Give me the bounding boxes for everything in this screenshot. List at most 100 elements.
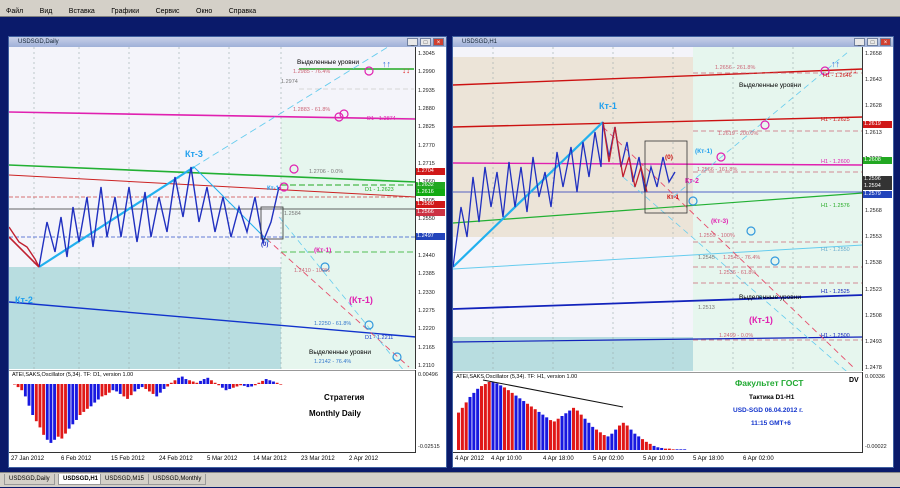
- close-button[interactable]: ×: [433, 38, 444, 46]
- osc-bar: [144, 384, 148, 389]
- osc-bar: [34, 384, 38, 422]
- osc-bar: [518, 398, 522, 450]
- level-label: 1.2656 - 261.8%: [715, 65, 755, 71]
- date-tick: 5 Apr 18:00: [693, 456, 724, 462]
- menu-tools[interactable]: Сервис: [150, 4, 186, 20]
- menu-view[interactable]: Вид: [34, 4, 59, 20]
- level-label: H1 - 1.2550: [821, 247, 850, 253]
- level-label: 1.2559 - 100%: [699, 233, 735, 239]
- osc-bar: [224, 384, 228, 391]
- down-arrows: ↓↓: [402, 66, 410, 75]
- label-highlighted-top: Выделенные уровни: [297, 59, 359, 66]
- window-title: USDSGD,Daily: [18, 39, 59, 45]
- osc-bar: [583, 418, 587, 450]
- osc-axis-daily: 0.00496 -0.02515: [415, 370, 446, 452]
- window-titlebar-daily[interactable]: USDSGD,Daily _ □ ×: [9, 37, 446, 47]
- osc-bar: [104, 384, 108, 396]
- price-tick: 1.2478: [865, 365, 882, 371]
- price-tick: 1.2658: [865, 51, 882, 57]
- level-label: H1 - 1.2646: [823, 73, 852, 79]
- osc-bar: [679, 449, 683, 450]
- osc-bar: [195, 382, 199, 384]
- tab-usdsgd-monthly[interactable]: USDSGD,Monthly: [148, 474, 207, 485]
- window-titlebar-h1[interactable]: USDSGD,H1 _ □ ×: [453, 37, 893, 47]
- osc-bar: [78, 384, 82, 415]
- price-tag: 1.2608: [863, 157, 892, 164]
- osc-bar: [460, 407, 464, 450]
- osc-bar: [199, 380, 202, 384]
- osc-bar: [268, 380, 272, 384]
- level-label: H1 - 1.2525: [821, 289, 850, 295]
- maximize-button[interactable]: □: [867, 38, 878, 46]
- menu-window[interactable]: Окно: [190, 4, 218, 20]
- price-tag: 1.2566: [416, 209, 445, 216]
- price-tag: 1.2497: [416, 233, 445, 240]
- osc-bar: [683, 449, 687, 450]
- menu-charts[interactable]: Графики: [105, 4, 145, 20]
- level-label: H1 - 1.2500: [821, 333, 850, 339]
- price-tag: 1.2594: [863, 183, 892, 190]
- osc-bar: [272, 381, 275, 384]
- oscillator-h1[interactable]: Факультет ГОСТ Тактика D1-H1 USD-SGD 06.…: [453, 372, 863, 452]
- price-chart-daily[interactable]: ↑↑ ↓↓ 1.2985 - 76.4% 1.2974 1.2883 - 61.…: [9, 47, 416, 369]
- dv-label: DV: [849, 377, 859, 384]
- date-tick: 4 Apr 10:00: [491, 456, 522, 462]
- osc-bar: [541, 414, 545, 450]
- up-arrows: ↑↑: [831, 59, 840, 69]
- tab-usdsgd-h1[interactable]: USDSGD,H1: [58, 474, 104, 485]
- menu-help[interactable]: Справка: [223, 4, 262, 20]
- tab-usdsgd-m15[interactable]: USDSGD,M15: [100, 474, 150, 485]
- chart-window-h1[interactable]: USDSGD,H1 _ □ × ↑↑ ↓↓ 1.2656 - 261.8% H1…: [452, 36, 894, 468]
- close-button[interactable]: ×: [880, 38, 891, 46]
- label-kt3: Кт-3: [185, 149, 203, 159]
- price-chart-h1[interactable]: ↑↑ ↓↓ 1.2656 - 261.8% H1 - 1.2646 H1 - 1…: [453, 47, 863, 371]
- chart-window-daily[interactable]: USDSGD,Daily _ □ × ↑↑ ↓↓ 1.2985 - 76.4% …: [8, 36, 447, 468]
- osc-bar: [641, 439, 645, 450]
- price-axis-daily[interactable]: 1.3045 1.2990 1.2935 1.2880 1.2825 1.2770 1.27…: [415, 47, 446, 369]
- price-tag: 1.2632: [416, 182, 445, 189]
- osc-bar: [151, 384, 155, 394]
- up-arrows: ↑↑: [382, 59, 391, 69]
- price-tick: 1.2880: [418, 106, 435, 113]
- level-label: D1 - 1.2623: [365, 187, 394, 193]
- osc-bar: [220, 384, 224, 388]
- osc-bar: [568, 410, 572, 450]
- osc-bar: [644, 441, 648, 450]
- osc-bar: [275, 382, 279, 384]
- maximize-button[interactable]: □: [420, 38, 431, 46]
- osc-bar: [67, 384, 71, 429]
- osc-bar: [667, 448, 671, 450]
- osc-bar: [533, 409, 537, 450]
- osc-axis-bottom: -0.00022: [865, 444, 887, 450]
- osc-bar: [166, 384, 170, 387]
- osc-bar: [618, 425, 622, 450]
- osc-bar: [20, 384, 24, 391]
- osc-bar: [625, 425, 629, 450]
- oscillator-daily[interactable]: Стратегия Monthly Daily: [9, 370, 416, 452]
- level-label: H1 - 1.2576: [821, 203, 850, 209]
- osc-bar: [506, 390, 510, 450]
- menu-file[interactable]: Файл: [0, 4, 29, 20]
- level-label: 1.2619 - 200.0%: [718, 131, 758, 137]
- level-label: 1.2566 - 161.8%: [697, 167, 737, 173]
- tab-usdsgd-daily[interactable]: USDSGD,Daily: [4, 474, 55, 485]
- minimize-button[interactable]: _: [854, 38, 865, 46]
- label-kt1: Кт-1: [599, 101, 617, 111]
- osc-axis-h1: 0.00336 -0.00022: [862, 372, 893, 452]
- zone-teal: [9, 267, 281, 369]
- osc-bar: [93, 384, 97, 403]
- osc-bar: [235, 384, 239, 387]
- info-pair-date: USD-SGD 06.04.2012 г.: [733, 407, 803, 414]
- level-label: 1.2499 - 0.0%: [719, 333, 753, 339]
- level-label: 1.2250 - 61.8%: [314, 321, 351, 327]
- price-tick: 1.2935: [418, 87, 435, 94]
- osc-bar: [556, 418, 560, 450]
- osc-bar: [483, 384, 487, 450]
- osc-bar: [660, 447, 664, 450]
- osc-bar: [85, 384, 89, 409]
- menu-insert[interactable]: Вставка: [63, 4, 101, 20]
- minimize-button[interactable]: _: [407, 38, 418, 46]
- strategy-line2: Monthly Daily: [309, 409, 362, 418]
- price-axis-h1[interactable]: 1.26581.26431.26281.26131.25981.25831.25…: [862, 47, 893, 371]
- price-tick: 1.2330: [418, 289, 435, 296]
